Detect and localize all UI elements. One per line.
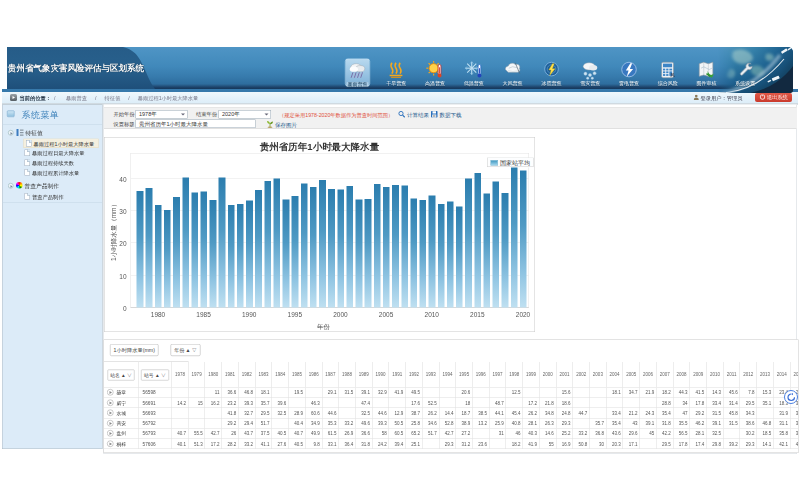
svg-text:风: 风 <box>670 73 675 78</box>
